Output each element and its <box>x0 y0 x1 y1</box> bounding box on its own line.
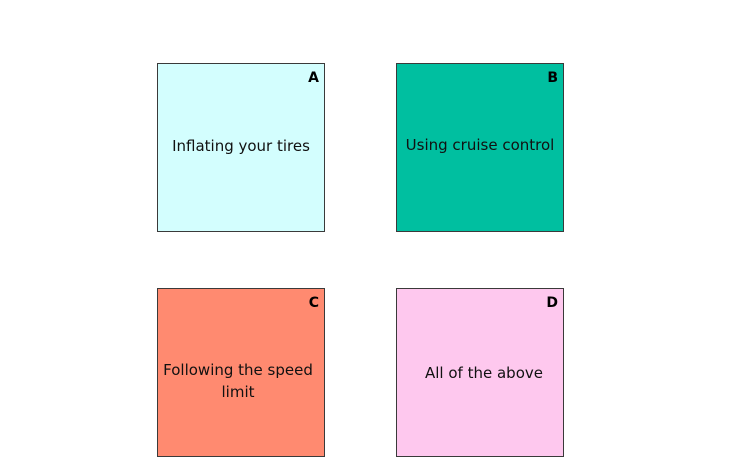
option-text-c: Following the speed limit <box>163 361 313 401</box>
answer-option-d[interactable]: D All of the above <box>396 288 564 457</box>
answer-option-b[interactable]: B Using cruise control <box>396 63 564 232</box>
answer-option-a[interactable]: A Inflating your tires <box>157 63 325 232</box>
option-text-b: Using cruise control <box>405 136 555 154</box>
option-text-a: Inflating your tires <box>172 137 310 155</box>
quiz-board: A Inflating your tires B Using cruise co… <box>0 0 739 459</box>
answer-option-c[interactable]: C Following the speed limit <box>157 288 325 457</box>
option-letter-b: B <box>547 70 558 86</box>
option-letter-d: D <box>546 295 558 311</box>
option-text-d: All of the above <box>425 364 543 382</box>
option-letter-a: A <box>308 70 319 86</box>
option-letter-c: C <box>308 295 319 311</box>
